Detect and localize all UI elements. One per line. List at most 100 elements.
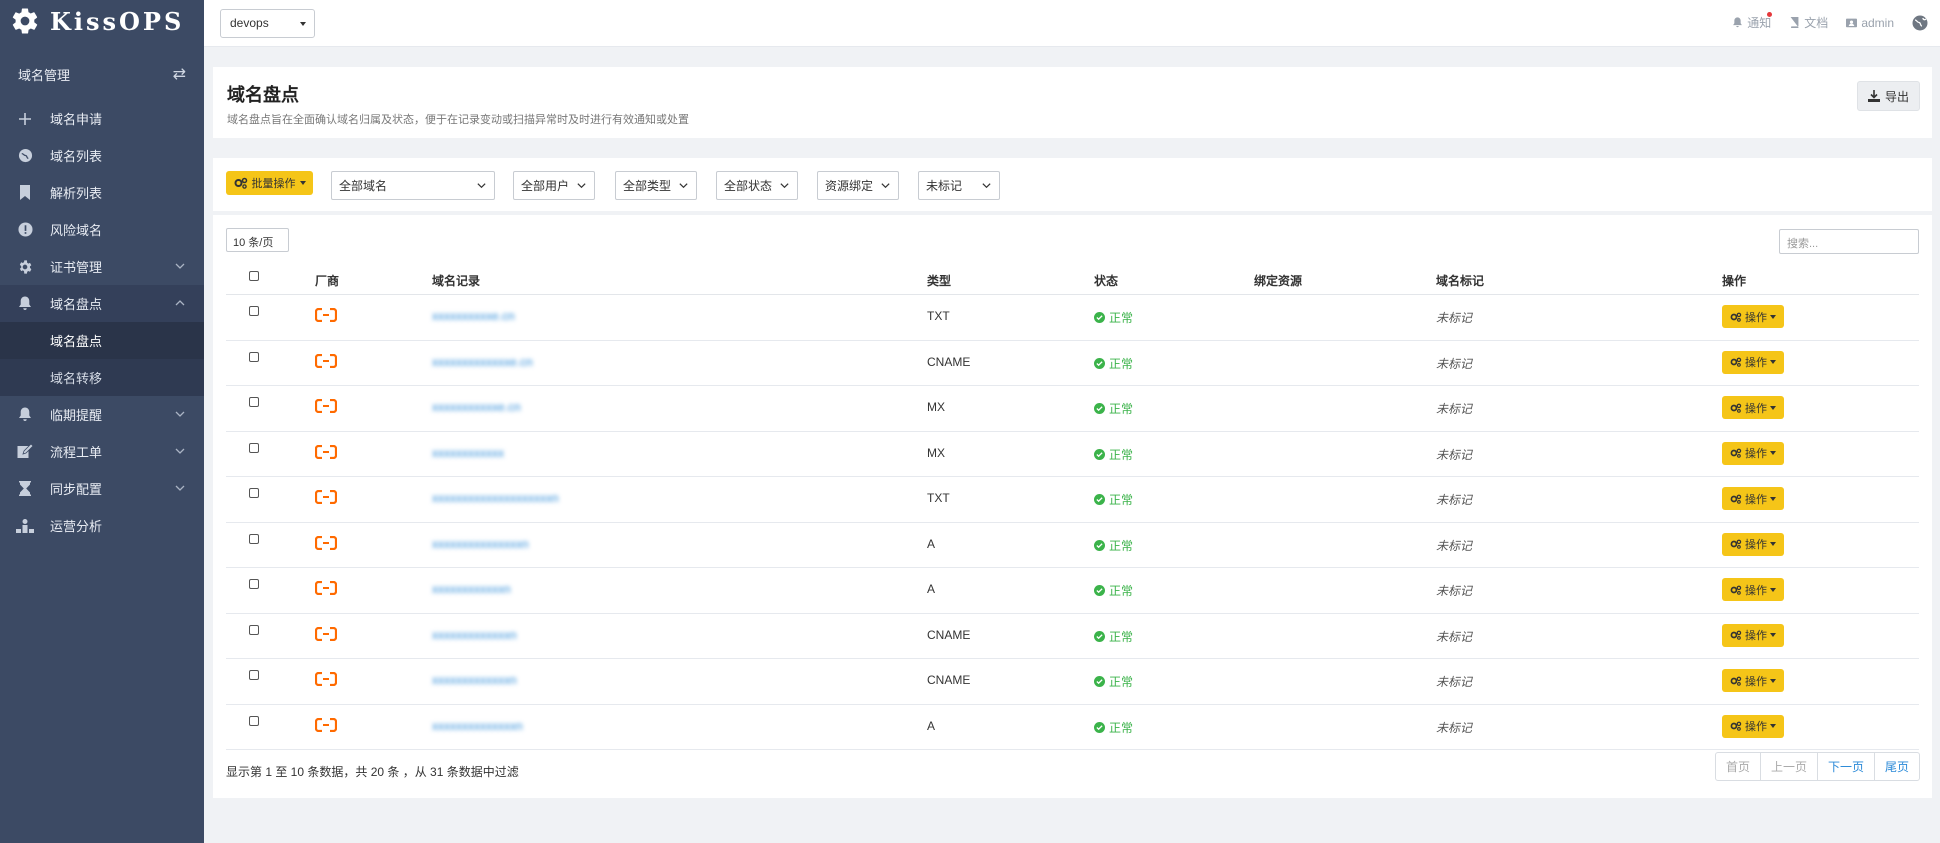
domain-record-link[interactable]: xxxxxxxxxxxxxxn <box>432 719 523 733</box>
sidebar-item-expiry-reminder[interactable]: 临期提醒 <box>0 396 204 433</box>
docs-link[interactable]: 文档 <box>1789 14 1828 31</box>
logo[interactable]: KissOPS <box>0 0 204 42</box>
user-menu[interactable]: admin <box>1846 16 1894 30</box>
sidebar-subitem-domain-inventory[interactable]: 域名盘点 <box>0 322 204 359</box>
sidebar-item-record-list[interactable]: 解析列表 <box>0 174 204 211</box>
table-row: xxxxxxxxxxxx MX 正常 未标记 操作 <box>226 432 1919 477</box>
row-checkbox[interactable] <box>249 715 259 726</box>
gears-icon <box>1730 357 1742 367</box>
search-input[interactable]: 搜索... <box>1779 229 1919 254</box>
bell-icon <box>1733 17 1743 28</box>
environment-value: devops <box>230 16 269 30</box>
export-button[interactable]: 导出 <box>1857 81 1920 111</box>
row-action-button[interactable]: 操作 <box>1722 350 1784 374</box>
table-header: 厂商 域名记录 类型 状态 绑定资源 域名标记 操作 <box>226 263 1919 295</box>
row-checkbox[interactable] <box>249 306 259 316</box>
domain-record-link[interactable]: xxxxxxxxxxxx <box>432 446 504 460</box>
check-circle-icon <box>1094 312 1105 323</box>
binding-filter-select[interactable]: 资源绑定 <box>817 171 899 200</box>
notify-link[interactable]: 通知 <box>1732 12 1773 31</box>
globe-icon[interactable] <box>1912 15 1928 31</box>
sidebar-item-domain-list[interactable]: 域名列表 <box>0 137 204 174</box>
record-type: TXT <box>927 491 950 505</box>
record-type: MX <box>927 445 945 460</box>
domain-filter-select[interactable]: 全部域名 <box>331 171 495 200</box>
domain-record-link[interactable]: xxxxxxxxxxe.cn <box>432 309 515 323</box>
row-checkbox[interactable] <box>249 488 259 498</box>
row-checkbox[interactable] <box>249 670 259 680</box>
bell-icon <box>16 406 34 424</box>
status-text: 正常 <box>1109 720 1134 735</box>
row-action-button[interactable]: 操作 <box>1722 714 1784 738</box>
chevron-down-icon <box>175 263 185 269</box>
row-checkbox[interactable] <box>249 351 259 362</box>
domain-record-link[interactable]: xxxxxxxxxxxe.cn <box>432 400 521 414</box>
sidebar-item-cert-management[interactable]: 证书管理 <box>0 248 204 285</box>
last-page-button[interactable]: 尾页 <box>1875 753 1919 780</box>
column-header-domain[interactable]: 域名记录 <box>432 272 480 289</box>
sidebar-item-label: 风险域名 <box>50 223 103 238</box>
export-label: 导出 <box>1884 89 1909 104</box>
row-action-button[interactable]: 操作 <box>1722 487 1784 510</box>
select-all-checkbox[interactable] <box>249 271 259 281</box>
sidebar-item-domain-apply[interactable]: 域名申请 <box>0 100 204 137</box>
domain-record-link[interactable]: xxxxxxxxxxxxn <box>432 582 511 596</box>
page-size-select[interactable]: 10 条/页 <box>226 228 289 252</box>
user-filter-value: 全部用户 <box>521 179 570 193</box>
row-checkbox[interactable] <box>249 397 259 407</box>
column-header-vendor[interactable]: 厂商 <box>315 272 339 289</box>
column-header-status[interactable]: 状态 <box>1094 272 1118 289</box>
status-filter-select[interactable]: 全部状态 <box>716 171 798 200</box>
status-text: 正常 <box>1109 493 1134 507</box>
domain-record-link[interactable]: xxxxxxxxxxxxxe.cn <box>432 355 533 369</box>
domain-record-link[interactable]: xxxxxxxxxxxxxn <box>432 673 517 687</box>
row-action-button[interactable]: 操作 <box>1722 441 1784 465</box>
chart-icon <box>16 517 34 535</box>
sidebar-item-workflow[interactable]: 流程工单 <box>0 433 204 470</box>
sidebar-item-risk-domain[interactable]: 风险域名 <box>0 211 204 248</box>
sidebar-item-ops-analysis[interactable]: 运营分析 <box>0 507 204 544</box>
sidebar-item-label: 域名列表 <box>50 149 103 164</box>
row-action-button[interactable]: 操作 <box>1722 396 1784 419</box>
row-action-button[interactable]: 操作 <box>1722 623 1784 647</box>
sidebar-item-label: 运营分析 <box>50 519 103 534</box>
row-action-button[interactable]: 操作 <box>1722 305 1784 328</box>
brand-name: KissOPS <box>50 6 185 36</box>
row-checkbox[interactable] <box>249 533 259 544</box>
domain-tag: 未标记 <box>1436 720 1473 735</box>
sidebar-item-sync-config[interactable]: 同步配置 <box>0 470 204 507</box>
row-action-button[interactable]: 操作 <box>1722 578 1784 601</box>
sidebar-subitem-domain-transfer[interactable]: 域名转移 <box>0 359 204 396</box>
row-action-label: 操作 <box>1745 539 1767 551</box>
environment-select[interactable]: devops <box>220 9 315 38</box>
row-checkbox[interactable] <box>249 579 259 589</box>
domain-record-link[interactable]: xxxxxxxxxxxxxn <box>432 628 517 642</box>
caret-down-icon <box>1770 496 1776 501</box>
mark-filter-select[interactable]: 未标记 <box>918 171 1000 200</box>
domain-record-link[interactable]: xxxxxxxxxxxxxxxn <box>432 537 529 551</box>
column-header-domain-tag[interactable]: 域名标记 <box>1436 272 1484 289</box>
prev-page-button[interactable]: 上一页 <box>1761 753 1818 780</box>
filter-bar: 批量操作 全部域名 全部用户 全部类型 全部状态 资源绑定 未标记 <box>213 158 1932 211</box>
batch-operation-button[interactable]: 批量操作 <box>226 171 313 195</box>
row-action-button[interactable]: 操作 <box>1722 669 1784 692</box>
table-card: 10 条/页 搜索... 厂商 域名记录 类型 状态 绑定资源 域名标记 操作 … <box>213 215 1932 798</box>
sidebar-item-domain-inventory[interactable]: 域名盘点 <box>0 285 204 322</box>
column-header-bound-resource[interactable]: 绑定资源 <box>1254 272 1302 289</box>
row-action-button[interactable]: 操作 <box>1722 532 1784 556</box>
row-checkbox[interactable] <box>249 624 259 635</box>
first-page-button[interactable]: 首页 <box>1716 753 1761 780</box>
user-filter-select[interactable]: 全部用户 <box>513 171 595 200</box>
type-filter-select[interactable]: 全部类型 <box>615 171 697 200</box>
hourglass-icon <box>16 480 34 498</box>
column-header-type[interactable]: 类型 <box>927 272 951 289</box>
row-checkbox[interactable] <box>249 442 259 453</box>
aliyun-vendor-icon <box>315 535 337 550</box>
swap-icon[interactable]: ⇄ <box>173 64 186 84</box>
aliyun-vendor-icon <box>315 444 337 459</box>
record-type: MX <box>927 400 945 414</box>
page-header-card: 域名盘点 域名盘点旨在全面确认域名归属及状态，便于在记录变动或扫描异常时及时进行… <box>213 67 1932 138</box>
next-page-button[interactable]: 下一页 <box>1818 753 1875 780</box>
domain-record-link[interactable]: xxxxxxxxxxxxxxxxxxxxn <box>432 491 559 505</box>
gears-icon <box>1730 630 1742 640</box>
